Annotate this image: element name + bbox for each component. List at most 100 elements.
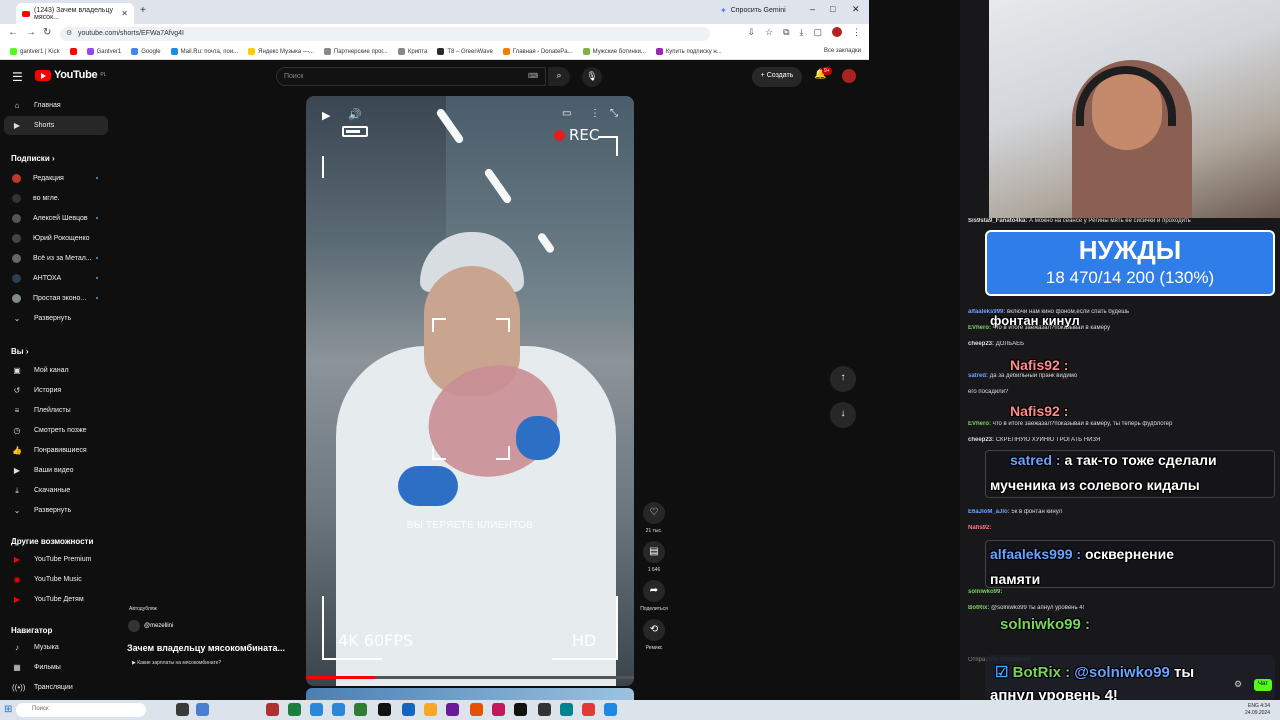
video-progress-bar[interactable] (306, 676, 634, 679)
channel-avatar[interactable] (128, 620, 140, 632)
sidebar-item-playlists[interactable]: ≡ Плейлисты (4, 401, 108, 420)
bookmark-item[interactable]: Главная - DonatePa... (502, 48, 573, 55)
sidebar-sub-channel[interactable]: Всё из за Метал... (4, 249, 108, 268)
bookmark-item[interactable]: T8 – GreenWave (437, 48, 493, 55)
shorts-video-player[interactable]: ▶ 🔊 ▭ ⋮ ⤡ REC ВЫ ТЕРЯЕТЕ КЛИЕНТОВ 4K 60F… (306, 96, 634, 686)
voice-search-button[interactable]: 🎙 (582, 67, 602, 87)
edge-icon[interactable] (310, 703, 323, 716)
bookmark-item[interactable] (69, 48, 77, 55)
sidebar-item-music-nav[interactable]: ♪ Музыка (4, 638, 108, 657)
sidebar-item-history[interactable]: ↺ История (4, 381, 108, 400)
taskbar-search[interactable]: Поиск (16, 703, 146, 717)
sidebar-item-premium[interactable]: ▶ YouTube Premium (4, 550, 108, 569)
app-icon[interactable] (604, 703, 617, 716)
sidebar-item-live[interactable]: ((•)) Трансляции (4, 678, 108, 697)
system-tray[interactable]: ENG 4:34 24.09.2024 (1245, 703, 1270, 717)
app-icon[interactable] (332, 703, 345, 716)
like-button[interactable]: ♡ 21 тыс. (641, 502, 667, 534)
sidebar-item-your-videos[interactable]: ▶ Ваши видео (4, 461, 108, 480)
bookmark-item[interactable]: Яндекс Музыка —... (248, 48, 314, 55)
search-button[interactable]: ⌕ (548, 67, 570, 86)
you-expand[interactable]: ⌄ Развернуть (4, 501, 108, 520)
related-link[interactable]: ▶ Какие зарплаты на мясокомбинате? (132, 660, 221, 666)
youtube-logo[interactable]: YouTube PL (35, 69, 106, 81)
profile-avatar[interactable] (832, 27, 842, 37)
app-icon[interactable] (492, 703, 505, 716)
search-input[interactable]: Поиск (276, 67, 546, 86)
hamburger-menu-icon[interactable]: ☰ (12, 70, 23, 84)
previous-short-button[interactable]: ↑ (830, 366, 856, 392)
url-field[interactable]: ⚙ youtube.com/shorts/EFWa7Afvg4I (60, 27, 710, 41)
language-indicator[interactable]: ENG (1248, 703, 1259, 709)
you-title[interactable]: Вы › (11, 347, 29, 356)
app-icon[interactable] (538, 703, 551, 716)
bookmark-folder[interactable]: Крипта (397, 48, 427, 55)
extensions-icon[interactable]: ⧉ (783, 27, 789, 38)
sidebar-item-my-channel[interactable]: ▣ Мой канал (4, 361, 108, 380)
settings-gear-icon[interactable]: ⚙ (1234, 679, 1242, 690)
gemini-button[interactable]: ✦ Спросить Gemini (720, 6, 786, 15)
sidebar-item-watch-later[interactable]: ◷ Смотреть позже (4, 421, 108, 440)
windows-start-icon[interactable]: ⊞ (4, 704, 12, 715)
video-title[interactable]: Зачем владельцу мясокомбината... (127, 643, 285, 653)
app-icon[interactable] (266, 703, 279, 716)
volume-icon[interactable]: 🔊 (348, 108, 362, 121)
bookmark-folder[interactable]: Партнерские прог... (323, 48, 388, 55)
bookmark-star-icon[interactable]: ☆ (765, 27, 773, 38)
install-icon[interactable]: ⇩ (747, 27, 755, 38)
sidebar-item-shorts[interactable]: ▶ Shorts (4, 116, 108, 135)
new-tab-icon[interactable]: + (140, 5, 146, 16)
bookmark-item[interactable]: Gantver1 (86, 48, 121, 55)
subscriptions-expand[interactable]: ⌄ Развернуть (4, 309, 108, 328)
app-icon[interactable] (402, 703, 415, 716)
app-icon[interactable] (446, 703, 459, 716)
task-view-icon[interactable] (176, 703, 189, 716)
app-icon[interactable] (560, 703, 573, 716)
sidebar-item-music[interactable]: ◉ YouTube Music (4, 570, 108, 589)
panel-icon[interactable]: ▢ (813, 27, 822, 38)
sidebar-item-films[interactable]: ▦ Фильмы (4, 658, 108, 677)
captions-icon[interactable]: ▭ (562, 108, 571, 119)
sidebar-item-downloads[interactable]: ⤓ Скачанные (4, 481, 108, 500)
sidebar-sub-channel[interactable]: Юрий Рокощенко (4, 229, 108, 248)
sidebar-item-liked[interactable]: 👍 Понравившиеся (4, 441, 108, 460)
sidebar-sub-channel[interactable]: Редакция (4, 169, 108, 188)
back-icon[interactable]: ← (8, 27, 18, 38)
app-icon[interactable] (514, 703, 527, 716)
bookmark-item[interactable]: Купить подписку н... (655, 48, 722, 55)
fullscreen-icon[interactable]: ⤡ (610, 108, 618, 119)
all-bookmarks[interactable]: Все закладки (824, 48, 861, 54)
sidebar-sub-channel[interactable]: во мгле. (4, 189, 108, 208)
sidebar-item-home[interactable]: ⌂ Главная (4, 96, 108, 115)
bookmark-item[interactable]: Мужские ботинки... (582, 48, 646, 55)
app-icon[interactable] (196, 703, 209, 716)
app-icon[interactable] (288, 703, 301, 716)
next-short-button[interactable]: ↓ (830, 402, 856, 428)
sidebar-sub-channel[interactable]: Простая эконо... (4, 289, 108, 308)
remix-button[interactable]: ⟲ Ремикс (641, 619, 667, 651)
sidebar-item-kids[interactable]: ▶ YouTube Детям (4, 590, 108, 609)
close-window-icon[interactable]: ✕ (852, 4, 860, 15)
more-icon[interactable]: ⋮ (590, 108, 600, 119)
site-info-icon[interactable]: ⚙ (66, 29, 72, 37)
bookmark-item[interactable]: Google (131, 48, 161, 55)
user-avatar[interactable] (842, 69, 856, 83)
maximize-icon[interactable]: □ (830, 4, 835, 14)
channel-info[interactable]: @mezellini (128, 620, 173, 632)
next-video-thumbnail[interactable] (306, 688, 634, 700)
chrome-icon[interactable] (582, 703, 595, 716)
downloads-icon[interactable]: ⤓ (800, 27, 804, 38)
sidebar-sub-channel[interactable]: АНТОХА (4, 269, 108, 288)
tab-youtube[interactable]: (1243) Зачем владельцу мясок... ✕ (16, 3, 134, 24)
channel-name[interactable]: @mezellini (144, 623, 173, 629)
obs-icon[interactable] (378, 703, 391, 716)
bookmark-item[interactable]: Mail.Ru: почта, пои... (170, 48, 238, 55)
menu-icon[interactable]: ⋮ (852, 27, 861, 38)
forward-icon[interactable]: → (26, 27, 36, 38)
subscriptions-title[interactable]: Подписки › (11, 154, 55, 163)
minimize-icon[interactable]: – (810, 4, 815, 14)
app-icon[interactable] (354, 703, 367, 716)
reload-icon[interactable]: ↻ (43, 27, 51, 38)
close-tab-icon[interactable]: ✕ (121, 9, 128, 18)
create-button[interactable]: + Создать (752, 67, 802, 87)
